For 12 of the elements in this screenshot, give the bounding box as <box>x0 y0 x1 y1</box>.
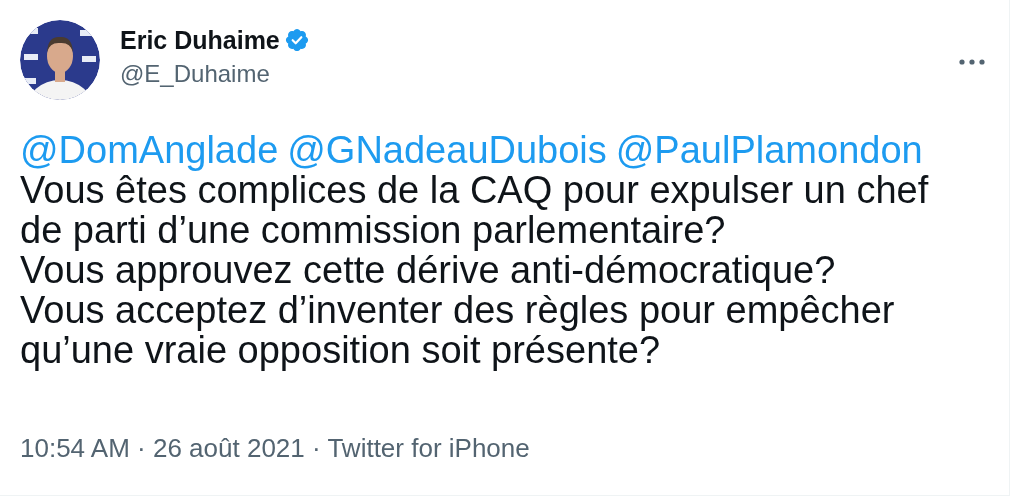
mention-link[interactable]: @PaulPlamondon <box>615 130 923 170</box>
tweet-text: de parti d’une commission parlementaire? <box>20 210 726 250</box>
author-name[interactable]: Eric Duhaime <box>120 26 280 54</box>
tweet-text: Vous acceptez d’inventer des règles pour empêcher <box>20 290 896 330</box>
tweet-text: Vous approuvez cette dérive anti-démocratique? <box>20 250 837 290</box>
tweet-meta: 10:54 AM · 26 août 2021 · Twitter for iPhone <box>20 432 531 464</box>
mention-link[interactable]: @DomAnglade <box>20 130 279 170</box>
more-options-icon[interactable] <box>959 59 985 65</box>
tweet-text: qu’une vraie opposition soit présente? <box>20 330 661 370</box>
author-handle[interactable]: @E_Duhaime <box>120 60 310 88</box>
tweet-text: Vous êtes complices de la CAQ pour expulser un chef <box>20 170 930 210</box>
mention-link[interactable]: @GNadeauDubois <box>287 130 607 170</box>
